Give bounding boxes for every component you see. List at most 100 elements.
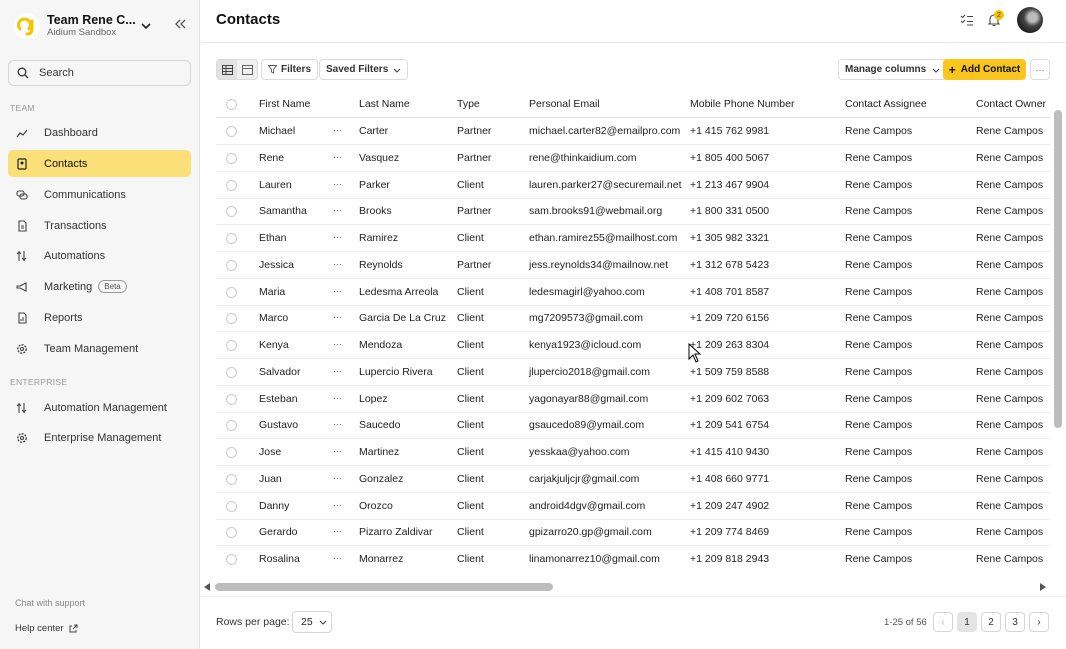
avatar[interactable] — [1017, 7, 1043, 33]
table-row[interactable]: ··· Esteban Lopez Client yagonayar88@gmail.c… — [216, 386, 1050, 413]
sidebar-item-enterprise-management[interactable]: Enterprise Management — [8, 424, 191, 451]
row-menu-button[interactable]: ··· — [333, 493, 342, 519]
more-options-button[interactable]: ··· — [1030, 59, 1050, 80]
table-row[interactable]: ··· Rosalina Monarrez Client linamonarrez10@… — [216, 546, 1050, 571]
row-menu-button[interactable]: ··· — [333, 145, 342, 171]
sidebar-item-automations[interactable]: Automations — [8, 242, 191, 269]
row-checkbox[interactable] — [226, 447, 237, 458]
row-checkbox[interactable] — [226, 152, 237, 164]
row-checkbox[interactable] — [226, 286, 237, 298]
table-row[interactable]: ··· Samantha Brooks Partner sam.brooks91@web… — [216, 198, 1050, 226]
row-menu-button[interactable]: ··· — [333, 466, 342, 492]
sidebar-item-reports[interactable]: Reports — [8, 304, 191, 331]
row-checkbox[interactable] — [226, 179, 237, 191]
row-menu-button[interactable]: ··· — [333, 386, 342, 412]
row-checkbox[interactable] — [226, 206, 237, 218]
table-view-icon[interactable] — [217, 60, 237, 79]
select-all-checkbox[interactable] — [226, 99, 237, 110]
row-checkbox[interactable] — [226, 259, 237, 271]
column-header-first-name[interactable]: First Name — [259, 91, 310, 117]
footer-divider — [201, 596, 1066, 597]
rows-per-page-select[interactable]: 25 — [292, 611, 332, 633]
cell-last-name: Vasquez — [359, 151, 400, 164]
add-contact-button[interactable]: + Add Contact — [943, 59, 1026, 80]
help-center-link[interactable]: Help center — [15, 623, 78, 634]
row-menu-button[interactable]: ··· — [333, 252, 342, 278]
row-checkbox[interactable] — [226, 554, 237, 565]
external-link-icon — [69, 624, 78, 632]
row-menu-button[interactable]: ··· — [333, 412, 342, 438]
row-menu-button[interactable]: ··· — [333, 359, 342, 385]
row-menu-button[interactable]: ··· — [333, 305, 342, 331]
table-row[interactable]: ··· Gustavo Saucedo Client gsaucedo89@ymail.… — [216, 412, 1050, 440]
chat-with-support-link[interactable]: Chat with support — [15, 598, 85, 608]
row-checkbox[interactable] — [226, 126, 237, 137]
row-menu-button[interactable]: ··· — [333, 439, 342, 465]
row-checkbox[interactable] — [226, 233, 237, 244]
scroll-right-icon[interactable] — [1040, 583, 1046, 591]
table-row[interactable]: ··· Danny Orozco Client android4dgv@gmail.co… — [216, 493, 1050, 520]
row-checkbox[interactable] — [226, 340, 237, 351]
scroll-left-icon[interactable] — [204, 583, 210, 591]
row-checkbox[interactable] — [226, 366, 237, 378]
row-checkbox[interactable] — [226, 473, 237, 485]
cell-type: Partner — [457, 151, 492, 164]
column-header-contact-assignee[interactable]: Contact Assignee — [845, 91, 927, 117]
row-checkbox[interactable] — [226, 527, 237, 539]
column-header-last-name[interactable]: Last Name — [359, 91, 410, 117]
manage-columns-dropdown[interactable]: Manage columns — [838, 59, 948, 80]
table-row[interactable]: ··· Maria Ledesma Arreola Client ledesmagirl… — [216, 279, 1050, 306]
sidebar-item-automation-management[interactable]: Automation Management — [8, 394, 191, 421]
row-menu-button[interactable]: ··· — [333, 198, 342, 224]
row-checkbox[interactable] — [226, 420, 237, 432]
column-header-mobile-phone[interactable]: Mobile Phone Number — [690, 91, 794, 117]
filters-button[interactable]: Filters — [261, 59, 319, 80]
row-checkbox[interactable] — [226, 500, 237, 512]
team-switcher[interactable]: Team Rene C... Aidium Sandbox — [14, 10, 194, 42]
column-header-personal-email[interactable]: Personal Email — [529, 91, 600, 117]
sidebar-item-transactions[interactable]: Transactions — [8, 212, 191, 239]
cell-contact-owner: Rene Campos — [976, 553, 1044, 565]
table-row[interactable]: ··· Marco Garcia De La Cruz Client mg7209573… — [216, 305, 1050, 333]
horizontal-scrollbar[interactable] — [215, 583, 553, 591]
row-menu-button[interactable]: ··· — [333, 546, 342, 571]
sidebar-item-communications[interactable]: Communications — [8, 181, 191, 208]
next-page-button[interactable]: › — [1029, 612, 1049, 632]
row-checkbox[interactable] — [226, 393, 237, 405]
cell-personal-email: jlupercio2018@gmail.com — [529, 365, 650, 378]
saved-filters-dropdown[interactable]: Saved Filters — [319, 59, 409, 80]
table-row[interactable]: ··· Juan Gonzalez Client carjakjuljcjr@gmail… — [216, 466, 1050, 493]
row-menu-button[interactable]: ··· — [333, 279, 342, 305]
sidebar-item-marketing[interactable]: Marketing Beta — [8, 273, 191, 300]
row-menu-button[interactable]: ··· — [333, 225, 342, 251]
column-header-type[interactable]: Type — [457, 91, 480, 117]
sidebar-item-team-management[interactable]: Team Management — [8, 335, 191, 362]
vertical-scrollbar[interactable] — [1054, 110, 1062, 428]
prev-page-button[interactable]: ‹ — [933, 612, 953, 632]
table-row[interactable]: ··· Jessica Reynolds Partner jess.reynolds34… — [216, 252, 1050, 279]
table-row[interactable]: ··· Kenya Mendoza Client kenya1923@icloud.co… — [216, 332, 1050, 359]
table-row[interactable]: ··· Jose Martinez Client yesskaa@yahoo.com +1… — [216, 439, 1050, 466]
row-menu-button[interactable]: ··· — [333, 118, 342, 144]
task-list-icon[interactable] — [960, 13, 974, 27]
table-row[interactable]: ··· Michael Carter Partner michael.carter82@… — [216, 118, 1050, 145]
table-row[interactable]: ··· Lauren Parker Client lauren.parker27@sec… — [216, 172, 1050, 199]
page-button-3[interactable]: 3 — [1005, 612, 1025, 632]
search-input[interactable]: Search — [8, 60, 191, 86]
row-menu-button[interactable]: ··· — [333, 172, 342, 198]
row-menu-button[interactable]: ··· — [333, 332, 342, 358]
page-button-1[interactable]: 1 — [957, 612, 977, 632]
column-header-contact-owner[interactable]: Contact Owner — [976, 91, 1046, 117]
row-menu-button[interactable]: ··· — [333, 519, 342, 545]
collapse-sidebar-icon[interactable] — [173, 17, 187, 31]
sidebar-item-dashboard[interactable]: Dashboard — [8, 119, 191, 146]
page-button-2[interactable]: 2 — [981, 612, 1001, 632]
table-row[interactable]: ··· Rene Vasquez Partner rene@thinkaidium.co… — [216, 145, 1050, 172]
row-checkbox[interactable] — [226, 313, 237, 325]
table-row[interactable]: ··· Gerardo Pizarro Zaldivar Client gpizarro… — [216, 519, 1050, 547]
table-row[interactable]: ··· Salvador Lupercio Rivera Client jluperci… — [216, 359, 1050, 386]
table-row[interactable]: ··· Ethan Ramirez Client ethan.ramirez55@mai… — [216, 225, 1050, 252]
board-view-icon[interactable] — [237, 60, 257, 79]
chevron-down-icon[interactable] — [139, 19, 153, 33]
sidebar-item-contacts[interactable]: Contacts — [8, 150, 191, 177]
